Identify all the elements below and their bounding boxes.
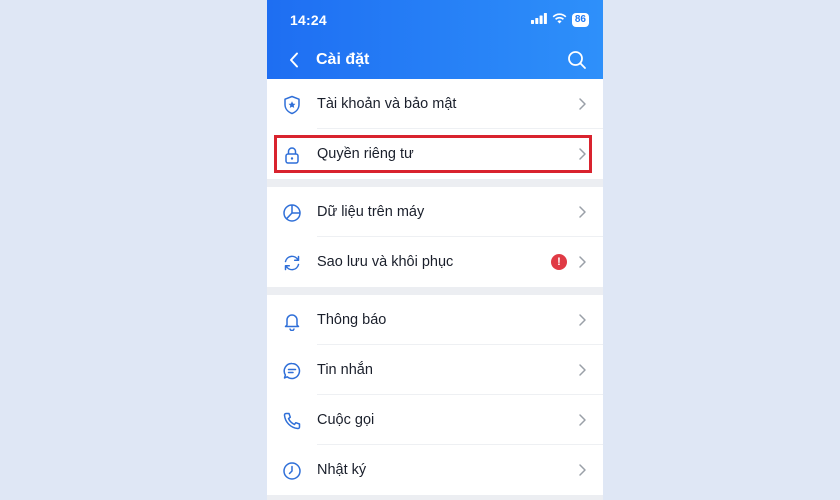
chevron-right-icon (579, 464, 586, 476)
shield-star-icon (281, 94, 303, 116)
alert-badge: ! (551, 254, 567, 270)
settings-item-label: Thông báo (317, 312, 387, 328)
settings-item-account-security[interactable]: Tài khoản và bảo mật (267, 79, 603, 129)
phone-screen: 14:24 86 Cài đặt Tài khoản và bảo mật Qu… (267, 0, 603, 500)
battery-indicator: 86 (571, 13, 589, 27)
settings-item-label: Quyền riêng tư (317, 146, 414, 162)
chevron-right-icon (579, 414, 586, 426)
settings-item-device-data[interactable]: Dữ liệu trên máy (267, 187, 603, 237)
pie-chart-icon (281, 202, 303, 224)
settings-item-label: Tin nhắn (317, 362, 373, 378)
settings-group-account: Tài khoản và bảo mật Quyền riêng tư (267, 79, 603, 179)
chevron-right-icon (579, 98, 586, 110)
chat-bubble-icon (281, 360, 303, 382)
settings-item-calls[interactable]: Cuộc gọi (267, 395, 603, 445)
signal-icon (530, 11, 547, 29)
settings-item-label: Nhật ký (317, 462, 367, 478)
settings-list: Tài khoản và bảo mật Quyền riêng tư Dữ l… (267, 79, 603, 495)
group-separator (267, 179, 603, 187)
clock-icon (281, 460, 303, 482)
sync-icon (281, 252, 303, 274)
chevron-right-icon (579, 314, 586, 326)
header: 14:24 86 Cài đặt (267, 0, 603, 79)
lock-icon (281, 144, 303, 166)
chevron-right-icon (579, 206, 586, 218)
page-title: Cài đặt (316, 51, 370, 68)
status-icons: 86 (530, 11, 589, 29)
phone-icon (281, 410, 303, 432)
settings-group-app: Thông báo Tin nhắn Cuộc gọi Nhật ký (267, 295, 603, 495)
settings-item-label: Tài khoản và bảo mật (317, 96, 457, 112)
chevron-right-icon (579, 364, 586, 376)
settings-item-label: Sao lưu và khôi phục (317, 254, 454, 270)
settings-item-messages[interactable]: Tin nhắn (267, 345, 603, 395)
settings-item-backup-restore[interactable]: Sao lưu và khôi phục ! (267, 237, 603, 287)
search-icon[interactable] (565, 48, 589, 72)
chevron-right-icon (579, 148, 586, 160)
group-separator (267, 287, 603, 295)
settings-group-data: Dữ liệu trên máy Sao lưu và khôi phục ! (267, 187, 603, 287)
settings-item-diary[interactable]: Nhật ký (267, 445, 603, 495)
bell-icon (281, 310, 303, 332)
chevron-left-icon[interactable] (285, 50, 303, 70)
settings-item-label: Cuộc gọi (317, 412, 375, 428)
settings-item-label: Dữ liệu trên máy (317, 204, 425, 220)
status-time: 14:24 (290, 12, 327, 28)
status-bar: 14:24 86 (267, 0, 603, 40)
nav-bar: Cài đặt (267, 40, 603, 80)
wifi-icon (552, 11, 567, 29)
settings-item-notifications[interactable]: Thông báo (267, 295, 603, 345)
chevron-right-icon (579, 256, 586, 268)
settings-item-privacy[interactable]: Quyền riêng tư (267, 129, 603, 179)
